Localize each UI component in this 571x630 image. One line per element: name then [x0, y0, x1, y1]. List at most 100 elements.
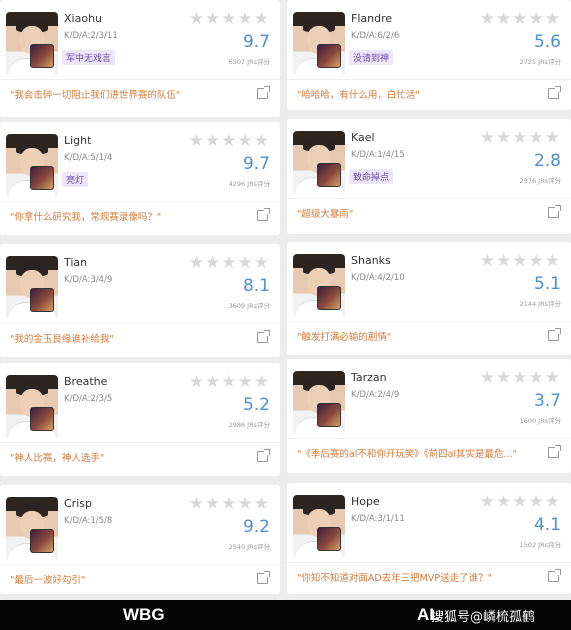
player-card-hope[interactable]: Hope K/D/A:3/1/11 ★★★★★ 4.1 1502 JRs评分 "…: [287, 483, 571, 594]
rating-score: 9.7: [242, 154, 270, 174]
rating-stars[interactable]: ★★★★★: [189, 374, 270, 391]
rating-count: 2376 JRs评分: [519, 177, 561, 185]
rating-score: 4.1: [533, 515, 561, 535]
player-quote: "你拿什么研究我，常规赛录像吗？": [10, 212, 162, 223]
player-card-tian[interactable]: Tian K/D/A:3/4/9 ★★★★★ 8.1 3609 JRs评分 "我…: [0, 244, 280, 357]
divider: [0, 323, 280, 324]
champion-icon: [30, 529, 54, 553]
rating-count: 4296 JRs评分: [228, 180, 270, 188]
player-card-breathe[interactable]: Breathe K/D/A:2/3/5 ★★★★★ 5.2 2986 JRs评分…: [0, 363, 280, 476]
rating-count: 3609 JRs评分: [228, 302, 270, 310]
rating-stars[interactable]: ★★★★★: [480, 370, 561, 387]
rating-stars[interactable]: ★★★★★: [189, 133, 270, 150]
player-kda: K/D/A:2/4/9: [351, 390, 400, 400]
player-name: Light: [64, 134, 92, 147]
champion-icon: [317, 163, 341, 187]
player-card-light[interactable]: Light K/D/A:5/1/4 亮灯 ★★★★★ 9.7 4296 JRs评…: [0, 122, 280, 235]
player-card-crisp[interactable]: Crisp K/D/A:1/5/8 ★★★★★ 9.2 2540 JRs评分 "…: [0, 485, 280, 594]
player-quote: "最后一波好勾引": [10, 575, 86, 586]
divider: [287, 198, 571, 199]
rating-score: 9.7: [242, 32, 270, 52]
player-quote: "哈哈哈，有什么用，白忙活": [297, 90, 420, 101]
player-quote: "我会击碎一切阻止我们进世界赛的队伍": [10, 90, 181, 101]
player-kda: K/D/A:6/2/6: [351, 31, 400, 41]
player-card-xiaohu[interactable]: Xiaohu K/D/A:2/3/11 军中无戏言 ★★★★★ 9.7 6507…: [0, 0, 280, 117]
player-name: Shanks: [351, 254, 391, 267]
player-card-kael[interactable]: Kael K/D/A:1/4/15 致命掉点 ★★★★★ 2.8 2376 JR…: [287, 119, 571, 234]
rating-score: 8.1: [242, 276, 270, 296]
player-name: Xiaohu: [64, 12, 103, 25]
player-quote: "神人比赛，神人选手": [10, 453, 105, 464]
share-icon[interactable]: [257, 571, 270, 584]
divider: [287, 562, 571, 563]
share-icon[interactable]: [548, 569, 561, 582]
champion-icon: [317, 403, 341, 427]
rating-score: 2.8: [533, 151, 561, 171]
player-kda: K/D/A:2/3/5: [64, 394, 113, 404]
champion-icon: [30, 407, 54, 431]
player-name: Tarzan: [351, 371, 387, 384]
rating-stars[interactable]: ★★★★★: [480, 494, 561, 511]
team-name-wbg: WBG: [123, 605, 165, 624]
champion-icon: [317, 527, 341, 551]
player-kda: K/D/A:3/4/9: [64, 275, 113, 285]
divider: [0, 442, 280, 443]
player-kda: K/D/A:5/1/4: [64, 153, 113, 163]
rating-score: 9.2: [242, 517, 270, 537]
divider: [0, 79, 280, 80]
rating-score: 5.2: [242, 395, 270, 415]
player-card-flandre[interactable]: Flandre K/D/A:6/2/6 没请到神 ★★★★★ 5.6 2725 …: [287, 0, 571, 110]
champion-icon: [30, 288, 54, 312]
divider: [287, 438, 571, 439]
player-quote: "我的金玉良缘谁补给我": [10, 334, 114, 345]
rating-count: 1502 JRs评分: [519, 541, 561, 549]
player-quote: "你知不知道对面AD去年三把MVP送走了谁？": [297, 573, 492, 584]
rating-stars[interactable]: ★★★★★: [189, 496, 270, 513]
rating-count: 2144 JRs评分: [519, 300, 561, 308]
share-icon[interactable]: [548, 205, 561, 218]
player-quote: "超级大暴雨": [297, 209, 354, 220]
player-kda: K/D/A:1/5/8: [64, 516, 113, 526]
share-icon[interactable]: [548, 86, 561, 99]
share-icon[interactable]: [548, 445, 561, 458]
rating-stars[interactable]: ★★★★★: [189, 11, 270, 28]
rating-score: 5.1: [533, 274, 561, 294]
champion-icon: [30, 44, 54, 68]
rating-stars[interactable]: ★★★★★: [480, 11, 561, 28]
player-name: Hope: [351, 495, 380, 508]
rating-score: 3.7: [533, 391, 561, 411]
player-name: Kael: [351, 131, 375, 144]
source-watermark: 搜狐号@嶙梳孤鹤: [431, 610, 536, 625]
team-footer-bar: WBG AL 搜狐号@嶙梳孤鹤: [0, 600, 571, 630]
rating-stars[interactable]: ★★★★★: [480, 253, 561, 270]
player-name: Crisp: [64, 497, 92, 510]
rating-stars[interactable]: ★★★★★: [189, 255, 270, 272]
player-quote: "《季后赛的al不和你开玩笑》《前四al其实是最危...": [297, 449, 517, 460]
share-icon[interactable]: [257, 449, 270, 462]
player-name: Breathe: [64, 375, 108, 388]
rating-stars[interactable]: ★★★★★: [480, 130, 561, 147]
rating-count: 6507 JRs评分: [228, 58, 270, 66]
rating-count: 2725 JRs评分: [519, 58, 561, 66]
player-tag: 没请到神: [349, 50, 394, 65]
player-card-tarzan[interactable]: Tarzan K/D/A:2/4/9 ★★★★★ 3.7 1600 JRs评分 …: [287, 359, 571, 473]
player-card-shanks[interactable]: Shanks K/D/A:4/2/10 ★★★★★ 5.1 2144 JRs评分…: [287, 242, 571, 355]
share-icon[interactable]: [257, 86, 270, 99]
share-icon[interactable]: [257, 330, 270, 343]
champion-icon: [317, 44, 341, 68]
share-icon[interactable]: [257, 208, 270, 221]
divider: [0, 201, 280, 202]
divider: [287, 321, 571, 322]
champion-icon: [30, 166, 54, 190]
share-icon[interactable]: [548, 328, 561, 341]
player-kda: K/D/A:4/2/10: [351, 273, 405, 283]
champion-icon: [317, 286, 341, 310]
player-name: Tian: [64, 256, 88, 269]
rating-count: 2986 JRs评分: [228, 421, 270, 429]
rating-score: 5.6: [533, 32, 561, 52]
player-kda: K/D/A:2/3/11: [64, 31, 118, 41]
player-kda: K/D/A:3/1/11: [351, 514, 405, 524]
player-tag: 亮灯: [62, 172, 89, 187]
rating-count: 2540 JRs评分: [228, 543, 270, 551]
player-quote: "触发打满必输的剧情": [297, 332, 392, 343]
